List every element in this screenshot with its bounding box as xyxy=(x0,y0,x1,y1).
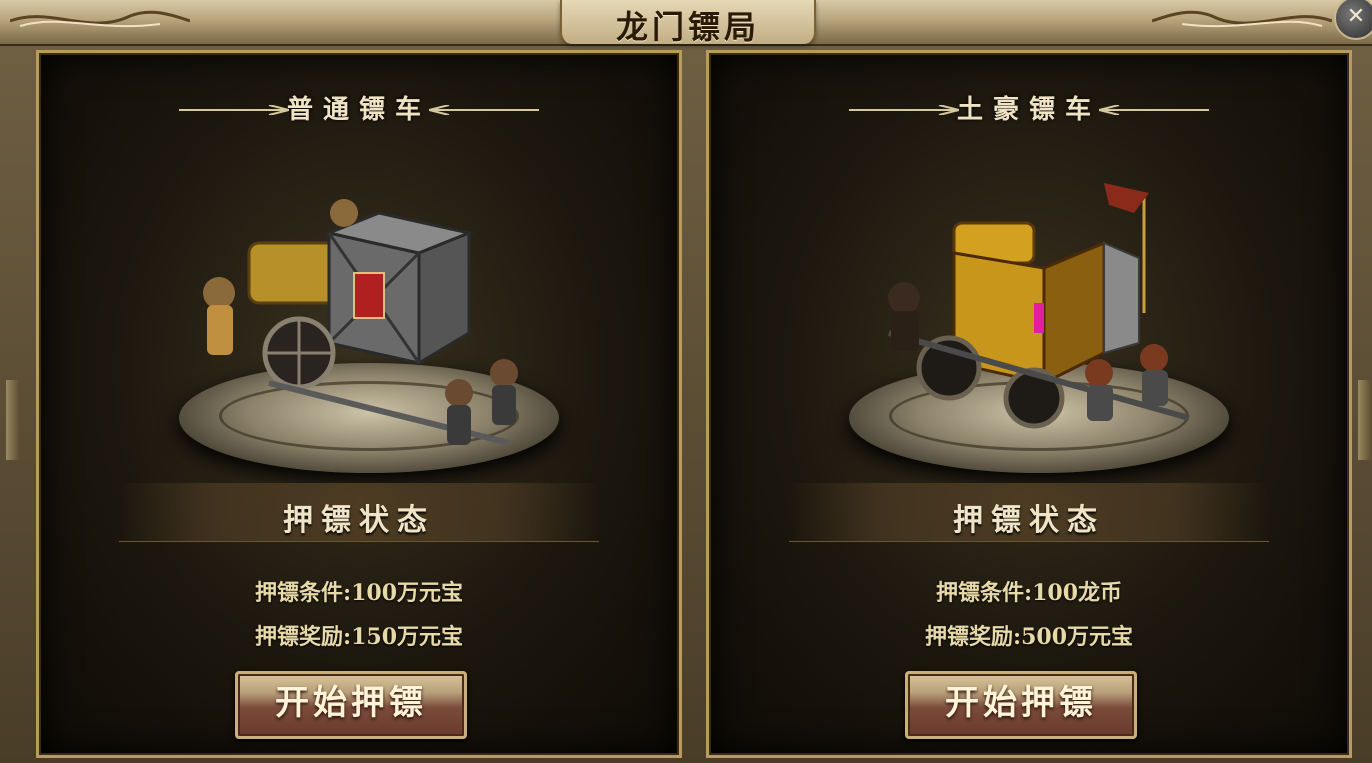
cart-title: 土豪镖车 xyxy=(956,95,1101,125)
cart-title-row: 土豪镖车 xyxy=(709,89,1349,129)
title-plate: 龙门镖局 xyxy=(560,0,816,46)
start-escort-button-normal[interactable]: 开始押镖 xyxy=(235,671,467,739)
cart-title-row: 普通镖车 xyxy=(39,89,679,129)
title-ornament-right xyxy=(1152,10,1332,28)
window-title: 龙门镖局 xyxy=(615,8,760,46)
dialog-frame: 龙门镖局 ✕ 普通镖车 押镖状态 押镖条件:100万元宝 押镖奖励:150万元宝… xyxy=(0,0,1372,763)
normal-escort-cart-image xyxy=(203,199,518,446)
escort-condition: 押镖条件:100龙币 xyxy=(935,580,1123,606)
escort-reward: 押镖奖励:150万元宝 xyxy=(254,624,464,650)
escort-condition: 押镖条件:100万元宝 xyxy=(254,580,464,606)
escort-status-label: 押镖状态 xyxy=(953,503,1105,538)
cart-panel-luxury: 土豪镖车 押镖状态 押镖条件:100龙币 押镖奖励:500万元宝 开始押镖 xyxy=(706,50,1352,758)
cart-panel-normal: 普通镖车 押镖状态 押镖条件:100万元宝 押镖奖励:150万元宝 开始押镖 xyxy=(36,50,682,758)
title-bar: 龙门镖局 xyxy=(0,0,1372,46)
cart-title: 普通镖车 xyxy=(286,95,431,125)
title-wing-right-icon xyxy=(429,105,539,115)
title-wing-left-icon xyxy=(849,105,959,115)
title-ornament-left xyxy=(10,10,190,28)
escort-reward: 押镖奖励:500万元宝 xyxy=(924,624,1134,650)
side-ornament-right xyxy=(1358,380,1372,460)
title-wing-right-icon xyxy=(1099,105,1209,115)
side-ornament-left xyxy=(6,380,20,460)
luxury-escort-cart-image xyxy=(888,183,1190,429)
start-escort-button-luxury[interactable]: 开始押镖 xyxy=(905,671,1137,739)
title-wing-left-icon xyxy=(179,105,289,115)
escort-status-label: 押镖状态 xyxy=(283,503,435,538)
